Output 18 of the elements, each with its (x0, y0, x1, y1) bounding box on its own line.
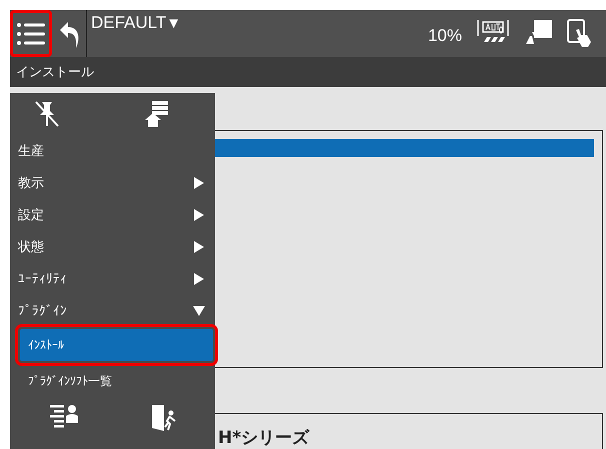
submenu-item[interactable]: ﾌﾟﾗｸﾞｲﾝｿﾌﾄ一覧 (20, 365, 213, 397)
submenu-item[interactable]: ｲﾝｽﾄｰﾙ (20, 329, 213, 361)
speed-readout: 10% (428, 26, 462, 46)
menu-button[interactable] (10, 10, 52, 57)
detail-text: H*シリーズ (218, 428, 310, 448)
profile-dropdown[interactable]: DEFAULT▼ (91, 13, 182, 33)
page-title: インストール (10, 57, 606, 87)
home-server-icon[interactable] (144, 100, 170, 128)
menu-item[interactable]: 状態 (10, 231, 215, 263)
menu-item[interactable]: 生産 (10, 135, 215, 167)
menu-item[interactable]: 設定 (10, 199, 215, 231)
menu-icon (16, 22, 46, 46)
touch-screen-icon[interactable] (566, 18, 594, 48)
menu-item[interactable]: ﾕｰﾃｨﾘﾃｨ (10, 263, 215, 295)
menu-item[interactable]: ﾌﾟﾗｸﾞｲﾝ (10, 295, 215, 327)
menu-item[interactable]: 教示 (10, 167, 215, 199)
back-arrow-icon[interactable] (59, 20, 81, 50)
auto-mode-icon[interactable] (476, 18, 510, 44)
